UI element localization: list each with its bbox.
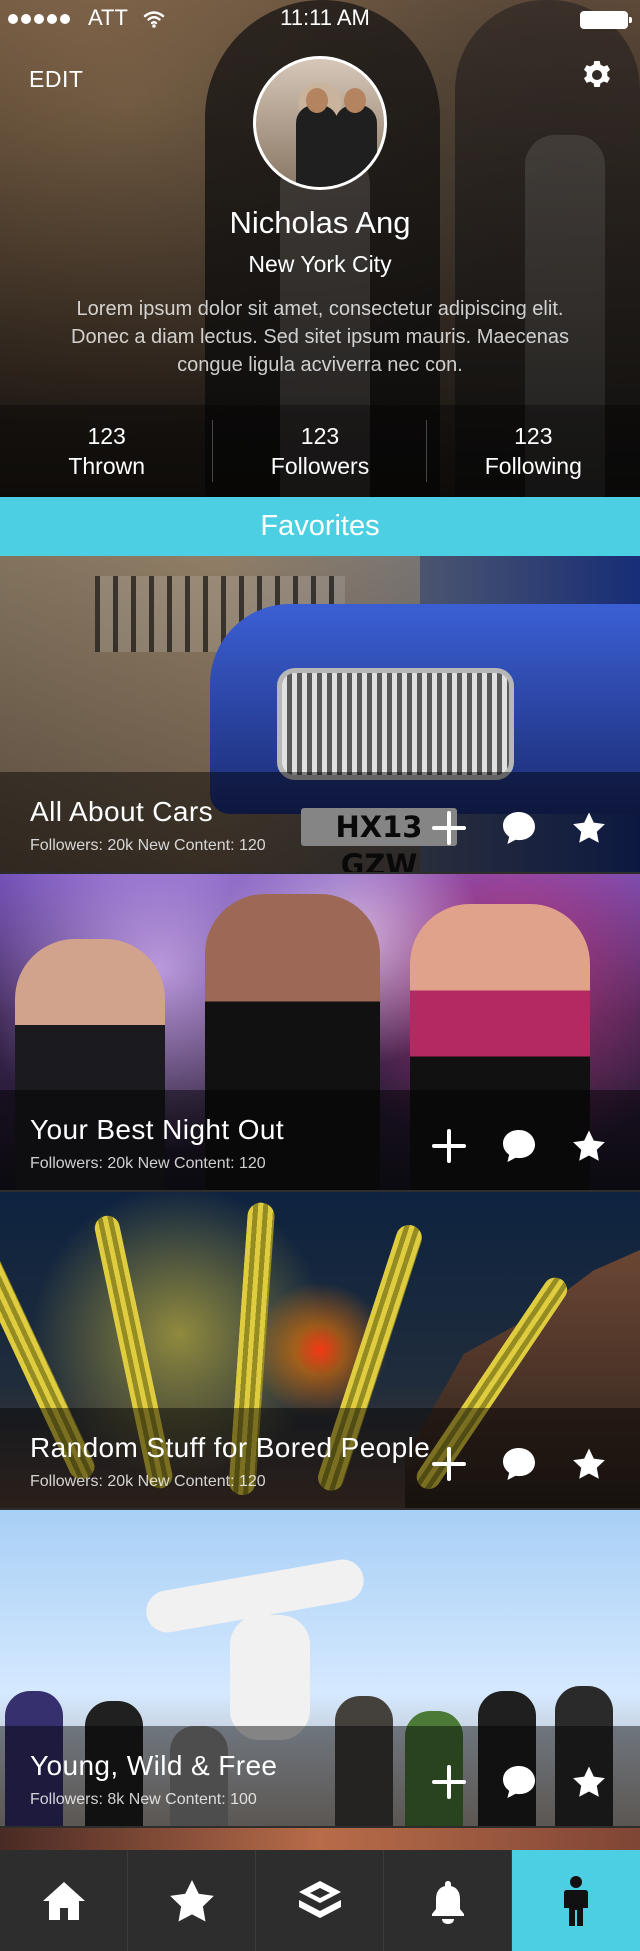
tab-home[interactable]	[0, 1850, 128, 1951]
stat-label: Following	[484, 453, 582, 479]
profile-location: New York City	[248, 251, 392, 277]
stat-value: 123	[514, 423, 553, 449]
card-title: All About Cars	[30, 796, 214, 827]
card-meta: Followers: 20k New Content: 120	[30, 1473, 266, 1490]
favorite-card-random-stuff[interactable]: Random Stuff for Bored People Followers:…	[0, 1192, 640, 1510]
tab-favorites[interactable]	[128, 1850, 256, 1951]
profile-bio: Lorem ipsum dolor sit amet, consectetur …	[71, 298, 569, 376]
status-bar: ATT 11:11 AM	[0, 0, 640, 40]
car-grille	[277, 668, 514, 780]
profile-name: Nicholas Ang	[229, 205, 411, 240]
stat-value: 123	[87, 423, 126, 449]
jumping-person-body	[230, 1615, 310, 1740]
comment-icon	[503, 1130, 535, 1162]
stat-value: 123	[300, 423, 340, 449]
profile-header: ATT 11:11 AM EDIT Nicholas Ang New York …	[0, 0, 640, 497]
home-icon	[42, 1881, 85, 1920]
avatar-head-right	[344, 88, 366, 113]
plus-icon	[432, 811, 466, 845]
comment-icon	[503, 812, 535, 844]
favorite-button[interactable]	[567, 1124, 611, 1168]
stat-label: Followers	[270, 453, 370, 479]
card-title: Young, Wild & Free	[30, 1750, 278, 1781]
layers-icon	[298, 1880, 341, 1918]
wifi-icon	[143, 11, 165, 28]
card-title: Random Stuff for Bored People	[30, 1432, 431, 1463]
favorite-card-cars[interactable]: HX13 GZW All About Cars Followers: 20k N…	[0, 556, 640, 874]
card-actions	[427, 1124, 617, 1168]
profile-icon	[564, 1875, 588, 1926]
stat-followers[interactable]: 123 Followers	[213, 405, 427, 497]
gear-icon[interactable]	[581, 59, 613, 91]
profile-screen: ATT 11:11 AM EDIT Nicholas Ang New York …	[0, 0, 640, 1951]
battery-icon	[580, 11, 632, 29]
card-meta: Followers: 8k New Content: 100	[30, 1791, 257, 1808]
comment-button[interactable]	[497, 1442, 541, 1486]
plus-icon	[432, 1129, 466, 1163]
favorites-list: HX13 GZW All About Cars Followers: 20k N…	[0, 556, 640, 1854]
plus-icon	[432, 1765, 466, 1799]
card-meta: Followers: 20k New Content: 120	[30, 837, 266, 854]
avatar-person-right	[335, 105, 377, 187]
favorite-button[interactable]	[567, 1760, 611, 1804]
comment-icon	[503, 1766, 535, 1798]
add-button[interactable]	[427, 1442, 471, 1486]
signal-strength-icon	[8, 14, 70, 24]
tab-notifications[interactable]	[384, 1850, 512, 1951]
comment-button[interactable]	[497, 1124, 541, 1168]
card-actions	[427, 806, 617, 850]
add-button[interactable]	[427, 806, 471, 850]
favorite-card-night-out[interactable]: Your Best Night Out Followers: 20k New C…	[0, 874, 640, 1192]
status-time: 11:11 AM	[280, 5, 370, 30]
star-icon	[573, 1766, 605, 1797]
tab-layers[interactable]	[256, 1850, 384, 1951]
avatar-person-left	[296, 105, 338, 187]
edit-profile-button[interactable]: EDIT	[29, 66, 83, 93]
comment-icon	[503, 1448, 535, 1480]
favorite-button[interactable]	[567, 806, 611, 850]
avatar-head-left	[306, 88, 328, 113]
favorite-button[interactable]	[567, 1442, 611, 1486]
add-button[interactable]	[427, 1760, 471, 1804]
stat-following[interactable]: 123 Following	[427, 405, 640, 497]
card-meta: Followers: 20k New Content: 120	[30, 1155, 266, 1172]
star-icon	[573, 1130, 605, 1161]
star-icon	[169, 1879, 214, 1921]
card-actions	[427, 1442, 617, 1486]
plus-icon	[432, 1447, 466, 1481]
stat-label: Thrown	[68, 453, 146, 479]
bottom-tab-bar	[0, 1850, 640, 1951]
avatar[interactable]	[253, 56, 387, 190]
favorite-card-young-wild-free[interactable]: Young, Wild & Free Followers: 8k New Con…	[0, 1510, 640, 1828]
comment-button[interactable]	[497, 806, 541, 850]
carrier-label: ATT	[88, 5, 128, 30]
favorites-title: Favorites	[0, 497, 640, 556]
profile-stats: 123 Thrown 123 Followers 123 Following	[0, 405, 640, 497]
card-actions	[427, 1760, 617, 1804]
add-button[interactable]	[427, 1124, 471, 1168]
tab-profile[interactable]	[512, 1850, 640, 1951]
star-icon	[573, 1448, 605, 1479]
card-title: Your Best Night Out	[30, 1114, 285, 1145]
star-icon	[573, 812, 605, 843]
bell-icon	[431, 1880, 464, 1924]
comment-button[interactable]	[497, 1760, 541, 1804]
stat-thrown[interactable]: 123 Thrown	[0, 405, 214, 497]
